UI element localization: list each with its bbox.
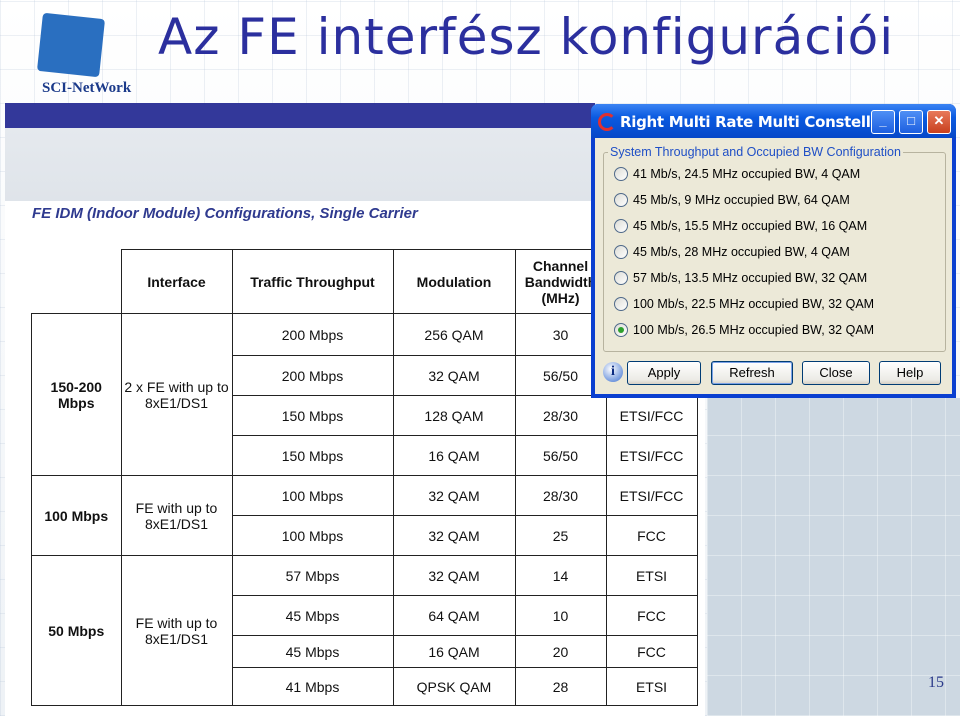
radio-label: 41 Mb/s, 24.5 MHz occupied BW, 4 QAM (633, 167, 861, 181)
radio-option[interactable]: 100 Mb/s, 26.5 MHz occupied BW, 32 QAM (614, 323, 874, 337)
slide-title: Az FE interfész konfigurációi (158, 8, 895, 66)
dialog-body: System Throughput and Occupied BW Config… (595, 138, 952, 394)
close-window-button[interactable]: ✕ (927, 110, 951, 134)
table-row: 100 Mbps FE with up to 8xE1/DS1 100 Mbps 32… (31, 475, 698, 556)
bandwidth-cell: 10 (514, 595, 607, 636)
table-row: 50 Mbps FE with up to 8xE1/DS1 57 Mbps 32 Q… (31, 555, 698, 706)
standard-cell: ETSI/FCC (605, 395, 698, 436)
radio-option[interactable]: 45 Mb/s, 9 MHz occupied BW, 64 QAM (614, 193, 850, 207)
header-blank (31, 249, 122, 314)
multi-rate-dialog: Right Multi Rate Multi Constell... _ □ ✕… (591, 104, 956, 398)
modulation-cell: QPSK QAM (392, 667, 516, 706)
radio-button[interactable] (614, 245, 628, 259)
help-button[interactable]: Help (879, 361, 941, 385)
logo-mark (36, 12, 106, 78)
group-label: System Throughput and Occupied BW Config… (608, 145, 903, 159)
throughput-cell: 200 Mbps (231, 355, 394, 396)
modulation-cell: 16 QAM (392, 635, 516, 668)
throughput-cell: 45 Mbps (231, 595, 394, 636)
capacity-cell: 100 Mbps (31, 475, 122, 556)
throughput-config-group: System Throughput and Occupied BW Config… (603, 145, 946, 352)
radio-label: 100 Mb/s, 22.5 MHz occupied BW, 32 QAM (633, 297, 875, 311)
standard-cell: ETSI/FCC (605, 435, 698, 476)
bandwidth-cell: 28/30 (514, 395, 607, 436)
standard-cell: FCC (605, 635, 698, 668)
radio-option[interactable]: 57 Mb/s, 13.5 MHz occupied BW, 32 QAM (614, 271, 867, 285)
column-header: Traffic Throughput (231, 249, 394, 314)
throughput-cell: 200 Mbps (231, 313, 394, 356)
sci-network-logo: SCI-NetWork (30, 8, 160, 100)
document-subtitle: FE IDM (Indoor Module) Configurations, S… (32, 205, 418, 222)
throughput-cell: 100 Mbps (231, 475, 394, 516)
radio-button[interactable] (614, 219, 628, 233)
refresh-button[interactable]: Refresh (711, 361, 793, 385)
radio-option[interactable]: 41 Mb/s, 24.5 MHz occupied BW, 4 QAM (614, 167, 860, 181)
interface-cell: FE with up to 8xE1/DS1 (120, 555, 233, 706)
bandwidth-cell: 28 (514, 667, 607, 706)
document-header-bar (5, 103, 595, 128)
dialog-title: Right Multi Rate Multi Constell... (620, 113, 887, 131)
standard-cell: ETSI (605, 555, 698, 596)
bandwidth-cell: 25 (514, 515, 607, 556)
background-panel (707, 398, 960, 716)
radio-label: 45 Mb/s, 15.5 MHz occupied BW, 16 QAM (633, 219, 868, 233)
modulation-cell: 64 QAM (392, 595, 516, 636)
modulation-cell: 32 QAM (392, 555, 516, 596)
radio-button[interactable] (614, 297, 628, 311)
bandwidth-cell: 20 (514, 635, 607, 668)
standard-cell: ETSI (605, 667, 698, 706)
column-header: Modulation (392, 249, 516, 314)
page-number: 15 (928, 674, 944, 691)
radio-button[interactable] (614, 167, 628, 181)
radio-button[interactable] (614, 323, 628, 337)
apply-button[interactable]: Apply (627, 361, 701, 385)
throughput-cell: 45 Mbps (231, 635, 394, 668)
radio-option[interactable]: 100 Mb/s, 22.5 MHz occupied BW, 32 QAM (614, 297, 874, 311)
column-header: Interface (120, 249, 233, 314)
modulation-cell: 32 QAM (392, 515, 516, 556)
throughput-cell: 150 Mbps (231, 435, 394, 476)
standard-cell: ETSI/FCC (605, 475, 698, 516)
interface-cell: 2 x FE with up to 8xE1/DS1 (120, 313, 233, 476)
throughput-cell: 150 Mbps (231, 395, 394, 436)
document-banner (5, 128, 595, 201)
radio-button[interactable] (614, 271, 628, 285)
logo-text: SCI-NetWork (42, 80, 132, 96)
modulation-cell: 32 QAM (392, 355, 516, 396)
bandwidth-cell: 28/30 (514, 475, 607, 516)
modulation-cell: 256 QAM (392, 313, 516, 356)
bandwidth-cell: 56/50 (514, 435, 607, 476)
refresh-app-icon (598, 113, 616, 131)
maximize-button[interactable]: □ (899, 110, 923, 134)
standard-cell: FCC (605, 595, 698, 636)
radio-label: 45 Mb/s, 28 MHz occupied BW, 4 QAM (633, 245, 850, 259)
modulation-cell: 32 QAM (392, 475, 516, 516)
radio-label: 57 Mb/s, 13.5 MHz occupied BW, 32 QAM (633, 271, 868, 285)
radio-label: 45 Mb/s, 9 MHz occupied BW, 64 QAM (633, 193, 850, 207)
throughput-cell: 57 Mbps (231, 555, 394, 596)
radio-option[interactable]: 45 Mb/s, 15.5 MHz occupied BW, 16 QAM (614, 219, 867, 233)
throughput-cell: 41 Mbps (231, 667, 394, 706)
minimize-button[interactable]: _ (871, 110, 895, 134)
radio-option[interactable]: 45 Mb/s, 28 MHz occupied BW, 4 QAM (614, 245, 850, 259)
standard-cell: FCC (605, 515, 698, 556)
capacity-cell: 150-200 Mbps (31, 313, 122, 476)
modulation-cell: 16 QAM (392, 435, 516, 476)
bandwidth-cell: 14 (514, 555, 607, 596)
close-button[interactable]: Close (802, 361, 870, 385)
capacity-cell: 50 Mbps (31, 555, 122, 706)
radio-label: 100 Mb/s, 26.5 MHz occupied BW, 32 QAM (633, 323, 875, 337)
modulation-cell: 128 QAM (392, 395, 516, 436)
throughput-cell: 100 Mbps (231, 515, 394, 556)
dialog-title-bar[interactable]: Right Multi Rate Multi Constell... _ □ ✕ (591, 104, 956, 138)
info-icon[interactable]: i (603, 362, 623, 382)
radio-button[interactable] (614, 193, 628, 207)
interface-cell: FE with up to 8xE1/DS1 (120, 475, 233, 556)
